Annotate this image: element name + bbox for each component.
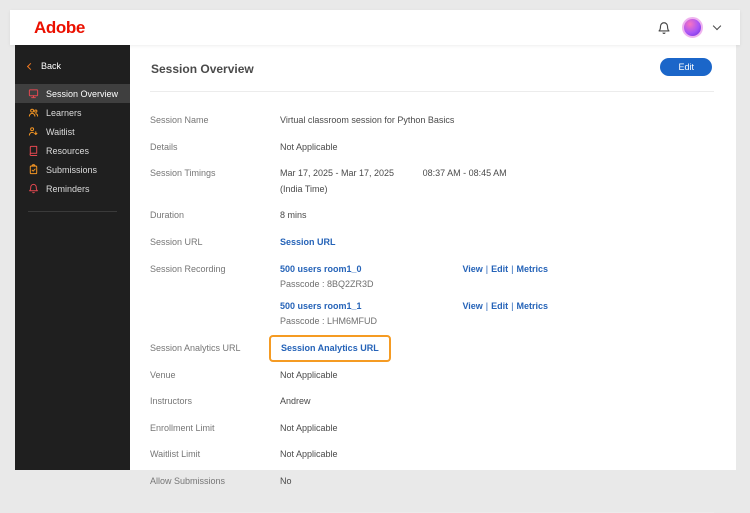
field-row-session-timings: Session Timings Mar 17, 2025 - Mar 17, 2… bbox=[150, 160, 714, 202]
field-row-duration: Duration 8 mins bbox=[150, 202, 714, 229]
recording-info: 500 users room1_1 Passcode : LHM6MFUD bbox=[280, 300, 377, 328]
sidebar-item-waitlist[interactable]: Waitlist bbox=[15, 122, 130, 141]
field-label: Session Recording bbox=[150, 263, 226, 274]
action-separator: | bbox=[511, 300, 514, 311]
back-button[interactable]: Back bbox=[15, 55, 130, 77]
avatar[interactable] bbox=[682, 17, 703, 38]
field-label: Enrollment Limit bbox=[150, 422, 215, 433]
field-label: Venue bbox=[150, 369, 176, 380]
field-row-instructors: Instructors Andrew bbox=[150, 388, 714, 415]
bottom-divider bbox=[150, 511, 714, 513]
sidebar-item-learners[interactable]: Learners bbox=[15, 103, 130, 122]
page-title: Session Overview bbox=[151, 62, 254, 76]
chevron-down-icon[interactable] bbox=[712, 21, 722, 30]
field-label: Details bbox=[150, 141, 178, 152]
top-divider bbox=[150, 91, 714, 92]
session-url-link[interactable]: Session URL bbox=[280, 237, 336, 247]
recording-actions: View | Edit | Metrics bbox=[462, 300, 548, 313]
field-label: Session Timings bbox=[150, 168, 216, 179]
field-label: Duration bbox=[150, 210, 185, 221]
sidebar-item-resources[interactable]: Resources bbox=[15, 141, 130, 160]
field-value: Not Applicable bbox=[280, 422, 338, 433]
field-row-session-url: Session URL Session URL bbox=[150, 229, 714, 256]
field-value: No bbox=[280, 475, 292, 486]
recording-passcode: Passcode : LHM6MFUD bbox=[280, 316, 378, 327]
edit-link[interactable]: Edit bbox=[491, 301, 508, 311]
reminders-icon bbox=[28, 183, 39, 194]
recording-actions: View | Edit | Metrics bbox=[462, 263, 548, 276]
field-label: Session Name bbox=[150, 115, 209, 125]
timing-times: 08:37 AM - 08:45 AM bbox=[422, 168, 507, 179]
field-value: Andrew bbox=[280, 396, 311, 407]
session-overview-panel: Session Overview Edit Session Name Virtu… bbox=[130, 45, 736, 513]
timing-line: Mar 17, 2025 - Mar 17, 2025 08:37 AM - 0… bbox=[280, 167, 507, 180]
top-bar: Adobe bbox=[10, 10, 740, 45]
sidebar-item-submissions[interactable]: Submissions bbox=[15, 160, 130, 179]
session-overview-icon bbox=[28, 88, 39, 99]
action-separator: | bbox=[485, 263, 489, 274]
recording-link[interactable]: 500 users room1_0 bbox=[280, 264, 362, 274]
field-value: Not Applicable bbox=[280, 141, 338, 152]
sidebar-item-label: Reminders bbox=[46, 183, 90, 194]
recording-passcode: Passcode : 8BQ2ZR3D bbox=[280, 279, 374, 290]
learners-icon bbox=[28, 107, 39, 118]
session-analytics-url-link[interactable]: Session Analytics URL bbox=[281, 343, 379, 353]
view-link[interactable]: View bbox=[462, 264, 482, 274]
field-label: Session Analytics URL bbox=[150, 342, 241, 353]
field-row-session-recording: Session Recording 500 users room1_0 Pass… bbox=[150, 256, 714, 335]
waitlist-icon bbox=[28, 126, 39, 137]
sidebar-item-label: Session Overview bbox=[46, 88, 119, 99]
sidebar-divider bbox=[28, 211, 117, 212]
field-row-allow-submissions: Allow Submissions No bbox=[150, 468, 714, 495]
recording-link[interactable]: 500 users room1_1 bbox=[280, 301, 362, 311]
content-area: Back Session Overview Learners Waitlist bbox=[15, 45, 736, 513]
metrics-link[interactable]: Metrics bbox=[516, 264, 548, 274]
recording-info: 500 users room1_0 Passcode : 8BQ2ZR3D bbox=[280, 263, 374, 291]
field-label: Session URL bbox=[150, 236, 203, 247]
resources-icon bbox=[28, 145, 39, 156]
submissions-icon bbox=[28, 164, 39, 175]
timing-timezone: (India Time) bbox=[280, 183, 328, 194]
timing-dates: Mar 17, 2025 - Mar 17, 2025 bbox=[280, 168, 395, 179]
field-label: Instructors bbox=[150, 396, 193, 407]
notifications-bell-icon[interactable] bbox=[657, 21, 671, 35]
field-value: 8 mins bbox=[280, 210, 307, 221]
app-window: Adobe Back Session Overview Learners Wai… bbox=[0, 0, 750, 513]
field-row-enrollment-limit: Enrollment Limit Not Applicable bbox=[150, 415, 714, 442]
sidebar-item-reminders[interactable]: Reminders bbox=[15, 179, 130, 198]
field-row-session-analytics-url: Session Analytics URL Session Analytics … bbox=[150, 334, 714, 362]
field-value: Not Applicable bbox=[280, 369, 338, 380]
sidebar-item-label: Resources bbox=[46, 145, 90, 156]
edit-link[interactable]: Edit bbox=[491, 264, 508, 274]
adobe-logo[interactable]: Adobe bbox=[34, 18, 85, 38]
sidebar-item-label: Waitlist bbox=[46, 126, 75, 137]
field-value: Not Applicable bbox=[280, 449, 338, 460]
metrics-link[interactable]: Metrics bbox=[516, 301, 548, 311]
field-label: Allow Submissions bbox=[150, 475, 226, 486]
edit-button[interactable]: Edit bbox=[660, 58, 712, 76]
sidebar-item-label: Learners bbox=[46, 107, 82, 118]
sidebar-item-label: Submissions bbox=[46, 164, 98, 175]
chevron-left-icon bbox=[26, 62, 35, 70]
sidebar-item-session-overview[interactable]: Session Overview bbox=[15, 84, 130, 103]
recording-item: 500 users room1_0 Passcode : 8BQ2ZR3D Vi… bbox=[280, 263, 548, 291]
field-row-waitlist-limit: Waitlist Limit Not Applicable bbox=[150, 441, 714, 468]
field-rows: Session Name Virtual classroom session f… bbox=[150, 107, 714, 495]
field-label: Waitlist Limit bbox=[150, 449, 201, 460]
action-separator: | bbox=[511, 263, 514, 274]
sidebar: Back Session Overview Learners Waitlist bbox=[15, 45, 130, 470]
back-label: Back bbox=[41, 61, 62, 71]
field-row-venue: Venue Not Applicable bbox=[150, 362, 714, 389]
field-row-details: Details Not Applicable bbox=[150, 134, 714, 161]
field-row-session-name: Session Name Virtual classroom session f… bbox=[150, 107, 714, 134]
view-link[interactable]: View bbox=[462, 301, 482, 311]
recording-item: 500 users room1_1 Passcode : LHM6MFUD Vi… bbox=[280, 300, 548, 328]
field-value: Virtual classroom session for Python Bas… bbox=[280, 115, 455, 125]
field-value: Mar 17, 2025 - Mar 17, 2025 08:37 AM - 0… bbox=[280, 167, 507, 195]
action-separator: | bbox=[485, 300, 489, 311]
highlight-box: Session Analytics URL bbox=[269, 334, 391, 362]
header-right bbox=[657, 17, 722, 38]
